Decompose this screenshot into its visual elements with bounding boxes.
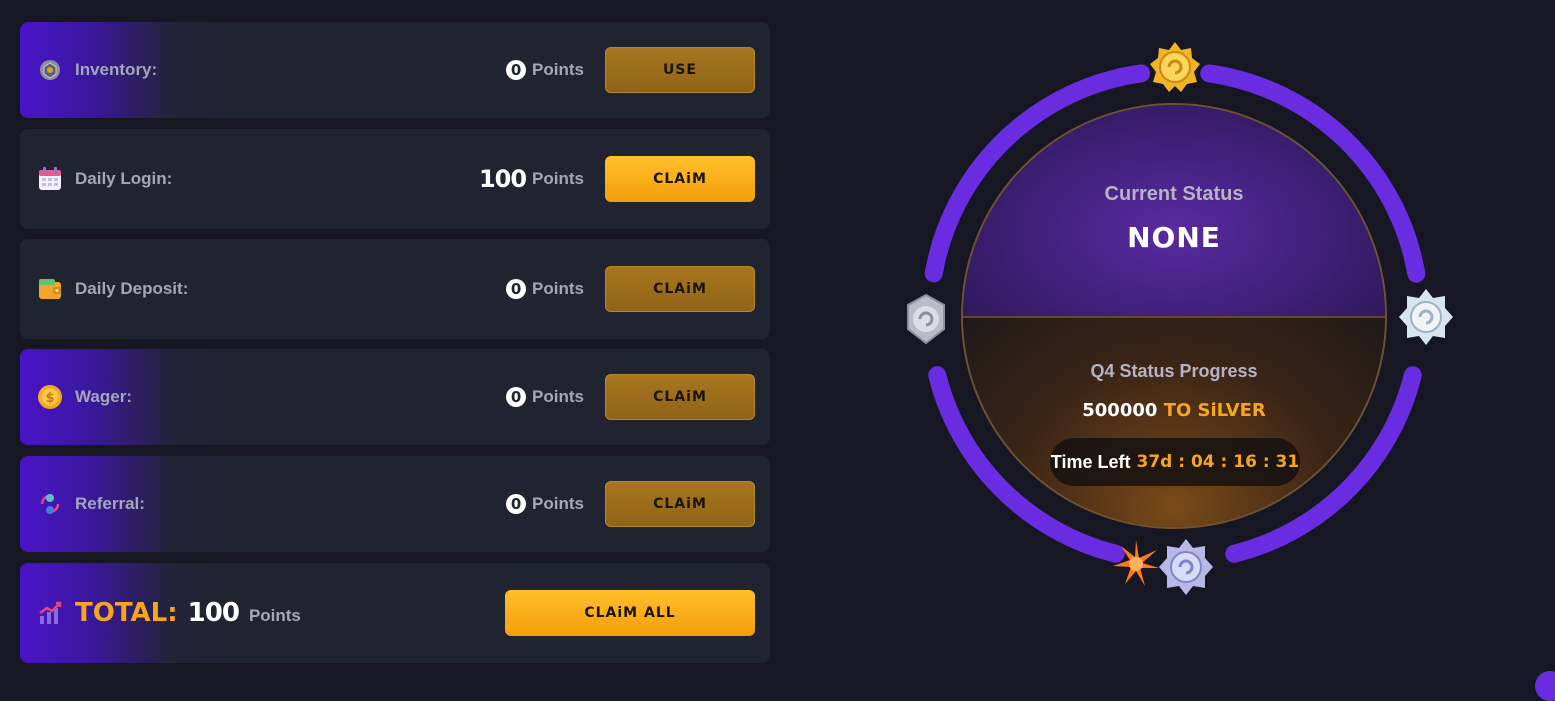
reward-row-wager: $ Wager: 0 Points CLAiM: [20, 349, 770, 445]
disc-bottom: [963, 316, 1385, 527]
gold-badge-icon: [1148, 40, 1202, 94]
points-unit: Points: [532, 60, 584, 80]
reward-label: Daily Login:: [75, 169, 172, 189]
reward-points: 0 Points: [506, 60, 584, 80]
current-status-label: Current Status: [963, 183, 1385, 206]
points-value: 0: [506, 60, 526, 80]
reward-label: Daily Deposit:: [75, 279, 188, 299]
progress-spark-icon: [1111, 538, 1161, 588]
points-unit: Points: [532, 169, 584, 189]
chat-bubble-button[interactable]: [1535, 671, 1555, 701]
claim-button-daily-deposit[interactable]: CLAiM: [605, 266, 755, 312]
reward-row-referral: Referral: 0 Points CLAiM: [20, 456, 770, 552]
coin-icon: $: [36, 383, 64, 411]
points-unit: Points: [532, 494, 584, 514]
time-left-label: Time Left: [1051, 452, 1131, 473]
platinum-badge-icon: [1395, 286, 1457, 348]
reward-points: 0 Points: [506, 494, 584, 514]
disc-divider: [963, 316, 1385, 318]
reward-label: Inventory:: [75, 60, 157, 80]
reward-row-daily-deposit: Daily Deposit: 0 Points CLAiM: [20, 239, 770, 339]
total-summary: TOTAL: 100 Points: [75, 598, 301, 628]
total-points-unit: Points: [249, 606, 301, 626]
reward-points: 0 Points: [506, 387, 584, 407]
total-label: TOTAL:: [75, 598, 178, 628]
claim-button-referral[interactable]: CLAiM: [605, 481, 755, 527]
claim-all-button[interactable]: CLAiM ALL: [505, 590, 755, 636]
wallet-icon: [36, 275, 64, 303]
progress-target: TO SiLVER: [1164, 400, 1266, 421]
points-unit: Points: [532, 387, 584, 407]
current-status-value: NONE: [963, 221, 1385, 254]
claim-button-daily-login[interactable]: CLAiM: [605, 156, 755, 202]
calendar-icon: [36, 165, 64, 193]
progress-value: 500000 TO SiLVER: [963, 400, 1385, 421]
chart-icon: [36, 599, 64, 627]
points-value: 0: [506, 494, 526, 514]
reward-row-inventory: Inventory: 0 Points USE: [20, 22, 770, 118]
reward-row-daily-login: Daily Login: 100 Points CLAiM: [20, 129, 770, 229]
disc-top: [963, 105, 1385, 316]
chest-icon: [36, 56, 64, 84]
reward-label: Wager:: [75, 387, 132, 407]
total-row: TOTAL: 100 Points CLAiM ALL: [20, 563, 770, 663]
diamond-badge-icon: [1155, 536, 1217, 598]
points-value: 0: [506, 279, 526, 299]
referral-icon: [36, 490, 64, 518]
progress-label: Q4 Status Progress: [963, 361, 1385, 382]
reward-points: 0 Points: [506, 279, 584, 299]
time-left-pill: Time Left 37d : 04 : 16 : 31: [1050, 438, 1300, 486]
silver-badge-icon: [899, 292, 953, 346]
points-unit: Points: [532, 279, 584, 299]
svg-text:$: $: [45, 391, 54, 406]
points-value: 100: [479, 165, 526, 193]
reward-label: Referral:: [75, 494, 145, 514]
points-value: 0: [506, 387, 526, 407]
status-wheel: Current Status NONE Q4 Status Progress 5…: [905, 40, 1465, 600]
use-button[interactable]: USE: [605, 47, 755, 93]
status-disc: Current Status NONE Q4 Status Progress 5…: [961, 103, 1387, 529]
claim-button-wager[interactable]: CLAiM: [605, 374, 755, 420]
total-points-value: 100: [188, 598, 239, 628]
time-left-value: 37d : 04 : 16 : 31: [1136, 452, 1299, 472]
progress-points: 500000: [1082, 400, 1157, 421]
reward-points: 100 Points: [479, 165, 584, 193]
